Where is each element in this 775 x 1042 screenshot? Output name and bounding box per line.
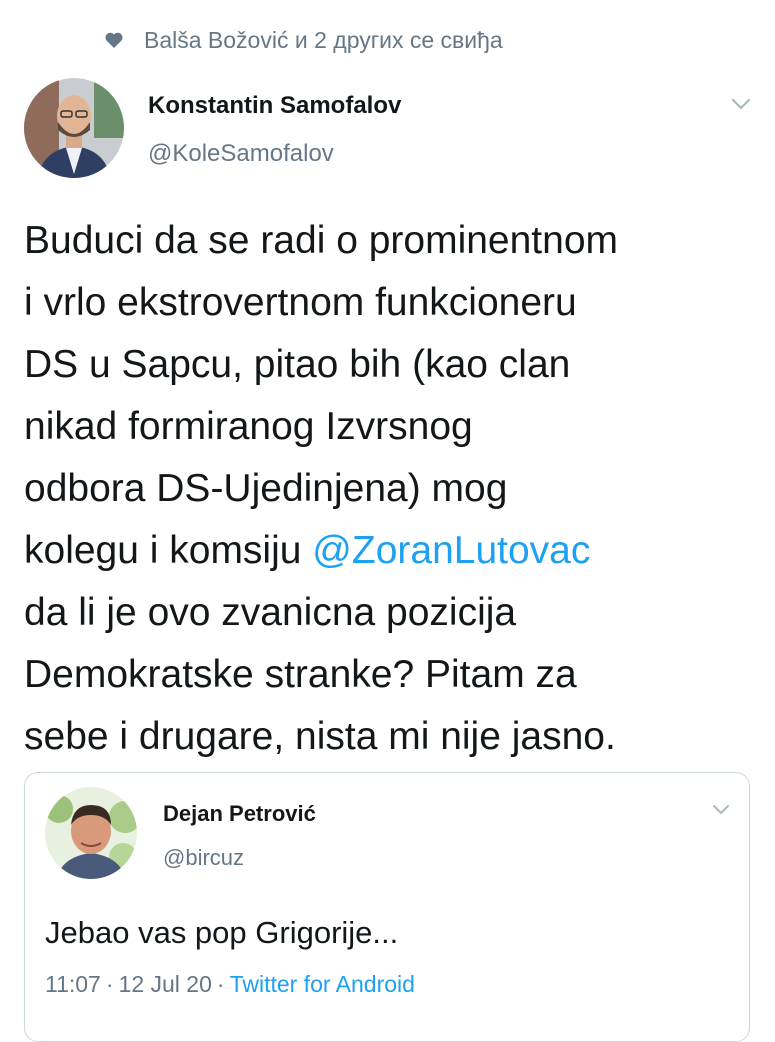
- tweet-text-part: Buduci da se radi o prominentnom i vrlo …: [24, 219, 619, 572]
- quoted-author-name[interactable]: Dejan Petrović: [163, 801, 316, 827]
- social-context-text: Balša Božović и 2 других се свиђа: [144, 26, 503, 53]
- heart-icon: [104, 30, 124, 50]
- quoted-tweet-card[interactable]: Dejan Petrović @bircuz Jebao vas pop Gri…: [24, 772, 750, 1042]
- meta-separator: ·: [216, 971, 225, 997]
- avatar[interactable]: [45, 787, 137, 879]
- tweet-source-link[interactable]: Twitter for Android: [230, 971, 415, 997]
- tweet-text-part: da li je ovo zvanicna pozicija Demokrats…: [24, 591, 616, 758]
- tweet-time: 11:07: [45, 971, 101, 997]
- tweet-date: 12 Jul 20: [118, 971, 212, 997]
- chevron-down-icon[interactable]: [730, 96, 752, 112]
- author-handle[interactable]: @KoleSamofalov: [148, 140, 334, 168]
- author-name[interactable]: Konstantin Samofalov: [148, 92, 401, 120]
- meta-separator: ·: [105, 971, 114, 997]
- social-context[interactable]: Balša Božović и 2 других се свиђа: [104, 22, 503, 58]
- quoted-tweet-text: Jebao vas pop Grigorije...: [45, 915, 399, 950]
- mention-link[interactable]: @ZoranLutovac: [312, 529, 590, 572]
- tweet-meta: 11:07 · 12 Jul 20 · Twitter for Android: [45, 971, 415, 998]
- avatar[interactable]: [24, 78, 124, 178]
- quoted-author-handle[interactable]: @bircuz: [163, 845, 244, 871]
- chevron-down-icon[interactable]: [711, 803, 731, 817]
- tweet-text: Buduci da se radi o prominentnom i vrlo …: [24, 210, 759, 768]
